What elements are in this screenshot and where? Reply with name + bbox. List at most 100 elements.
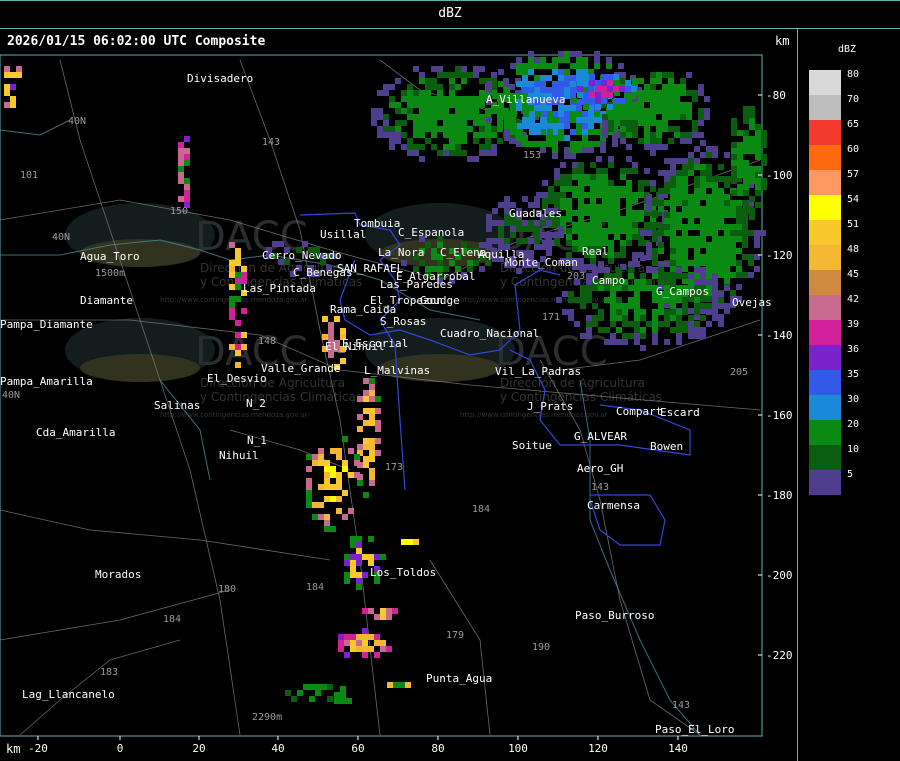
radar-echo-cell bbox=[730, 242, 736, 248]
radar-echo-cell bbox=[479, 96, 485, 102]
radar-echo-cell bbox=[498, 232, 504, 238]
radar-echo-cell bbox=[748, 260, 754, 266]
radar-echo-cell bbox=[640, 230, 646, 236]
radar-echo-cell bbox=[730, 206, 736, 212]
radar-echo-cell bbox=[595, 98, 601, 104]
route-number: 40N bbox=[2, 390, 20, 401]
radar-echo-cell bbox=[4, 72, 10, 78]
radar-echo-cell bbox=[377, 108, 383, 114]
radar-echo-cell bbox=[737, 160, 743, 166]
radar-echo-cell bbox=[516, 81, 522, 87]
radar-echo-cell bbox=[737, 166, 743, 172]
legend-swatch bbox=[809, 245, 841, 270]
radar-echo-cell bbox=[401, 96, 407, 102]
radar-echo-cell bbox=[658, 224, 664, 230]
legend-value: 39 bbox=[847, 319, 860, 330]
place-label: Aero_GH bbox=[577, 462, 623, 475]
radar-echo-cell bbox=[491, 150, 497, 156]
radar-echo-cell bbox=[608, 126, 614, 132]
radar-echo-cell bbox=[712, 146, 718, 152]
radar-echo-cell bbox=[608, 228, 614, 234]
radar-echo-cell bbox=[634, 327, 640, 333]
radar-echo-cell bbox=[749, 208, 755, 214]
radar-echo-cell bbox=[724, 206, 730, 212]
radar-echo-cell bbox=[401, 120, 407, 126]
radar-echo-cell bbox=[389, 144, 395, 150]
place-label: Cuadro_Nacional bbox=[440, 327, 539, 340]
radar-echo-cell bbox=[694, 267, 700, 273]
radar-echo-cell bbox=[718, 315, 724, 321]
radar-echo-cell bbox=[656, 138, 662, 144]
radar-echo-cell bbox=[670, 315, 676, 321]
radar-echo-cell bbox=[755, 136, 761, 142]
radar-echo-cell bbox=[455, 66, 461, 72]
radar-echo-cell bbox=[229, 266, 235, 272]
radar-echo-cell bbox=[449, 144, 455, 150]
radar-echo-cell bbox=[437, 108, 443, 114]
radar-echo-cell bbox=[595, 80, 601, 86]
radar-echo-cell bbox=[528, 81, 534, 87]
radar-echo-cell bbox=[554, 240, 560, 246]
radar-echo-cell bbox=[485, 108, 491, 114]
radar-echo-cell bbox=[564, 153, 570, 159]
radar-echo-cell bbox=[692, 126, 698, 132]
radar-echo-cell bbox=[437, 260, 443, 266]
radar-echo-cell bbox=[646, 321, 652, 327]
radar-echo-cell bbox=[590, 258, 596, 264]
radar-echo-cell bbox=[602, 180, 608, 186]
radar-echo-cell bbox=[686, 138, 692, 144]
route-number: 184 bbox=[163, 614, 181, 625]
radar-echo-cell bbox=[586, 321, 592, 327]
radar-echo-cell bbox=[315, 684, 321, 690]
radar-echo-cell bbox=[425, 114, 431, 120]
radar-echo-cell bbox=[583, 92, 589, 98]
radar-echo-cell bbox=[578, 258, 584, 264]
radar-echo-cell bbox=[644, 222, 650, 228]
radar-echo-cell bbox=[362, 652, 368, 658]
radar-echo-cell bbox=[449, 114, 455, 120]
radar-echo-cell bbox=[362, 634, 368, 640]
radar-echo-cell bbox=[528, 63, 534, 69]
radar-echo-cell bbox=[626, 204, 632, 210]
radar-echo-cell bbox=[590, 180, 596, 186]
radar-echo-cell bbox=[405, 682, 411, 688]
place-label: C_Benegas bbox=[293, 266, 353, 279]
radar-echo-cell bbox=[330, 466, 336, 472]
radar-echo-cell bbox=[363, 462, 369, 468]
radar-echo-cell bbox=[668, 78, 674, 84]
legend-row: 36 bbox=[809, 345, 889, 370]
radar-echo-cell bbox=[743, 118, 749, 124]
radar-echo-cell bbox=[608, 216, 614, 222]
radar-echo-cell bbox=[578, 210, 584, 216]
radar-echo-cell bbox=[467, 156, 473, 162]
radar-echo-cell bbox=[340, 358, 346, 364]
radar-echo-cell bbox=[356, 536, 362, 542]
radar-echo-cell bbox=[517, 123, 523, 129]
radar-echo-cell bbox=[602, 174, 608, 180]
radar-echo-cell bbox=[178, 148, 184, 154]
radar-echo-cell bbox=[583, 104, 589, 110]
radar-echo-cell bbox=[306, 478, 312, 484]
radar-echo-cell bbox=[706, 303, 712, 309]
radar-echo-cell bbox=[425, 90, 431, 96]
radar-echo-cell bbox=[479, 126, 485, 132]
radar-echo-cell bbox=[552, 232, 558, 238]
radar-echo-cell bbox=[718, 291, 724, 297]
radar-echo-cell bbox=[369, 474, 375, 480]
radar-echo-cell bbox=[389, 126, 395, 132]
legend-swatch bbox=[809, 120, 841, 145]
radar-echo-cell bbox=[547, 117, 553, 123]
radar-echo-cell bbox=[634, 309, 640, 315]
radar-echo-cell bbox=[540, 244, 546, 250]
radar-echo-cell bbox=[368, 608, 374, 614]
radar-echo-cell bbox=[664, 224, 670, 230]
radar-echo-cell bbox=[461, 72, 467, 78]
radar-echo-cell bbox=[566, 210, 572, 216]
route-number: 101 bbox=[20, 170, 38, 181]
radar-echo-cell bbox=[688, 315, 694, 321]
radar-echo-cell bbox=[369, 444, 375, 450]
radar-echo-cell bbox=[608, 120, 614, 126]
radar-echo-cell bbox=[698, 120, 704, 126]
radar-echo-cell bbox=[235, 272, 241, 278]
radar-echo-cell bbox=[622, 309, 628, 315]
